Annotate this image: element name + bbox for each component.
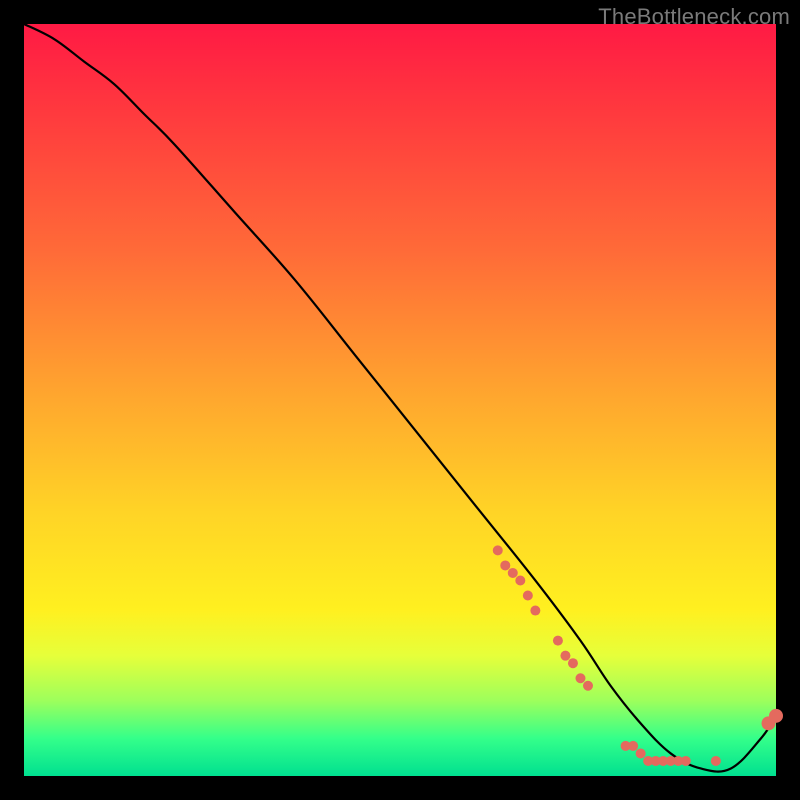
chart-svg: [24, 24, 776, 776]
data-point: [493, 545, 503, 555]
data-point: [681, 756, 691, 766]
data-point: [628, 741, 638, 751]
bottleneck-curve: [24, 24, 776, 772]
data-point: [568, 658, 578, 668]
data-point: [500, 560, 510, 570]
data-point: [711, 756, 721, 766]
data-point: [769, 709, 783, 723]
data-point: [575, 673, 585, 683]
data-point: [508, 568, 518, 578]
data-point: [583, 681, 593, 691]
data-point: [515, 575, 525, 585]
highlighted-points: [493, 545, 783, 766]
data-point: [530, 606, 540, 616]
watermark-text: TheBottleneck.com: [598, 4, 790, 30]
data-point: [636, 748, 646, 758]
chart-frame: TheBottleneck.com: [0, 0, 800, 800]
plot-area: [24, 24, 776, 776]
data-point: [560, 651, 570, 661]
data-point: [523, 591, 533, 601]
data-point: [553, 636, 563, 646]
